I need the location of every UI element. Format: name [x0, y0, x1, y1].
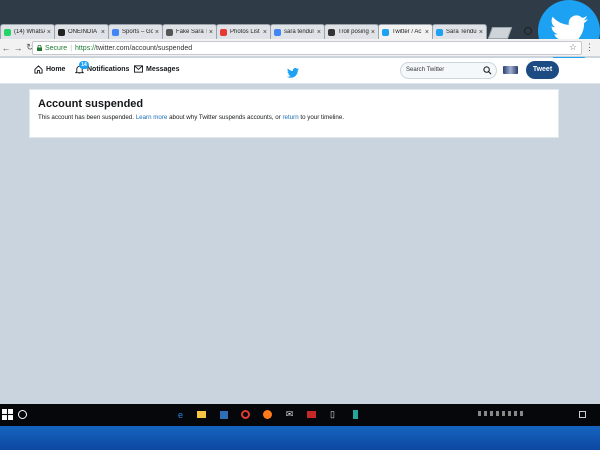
browser-tab-strip: (14) WhatsApp×ONEINDIA×Sports – Go×Fake … — [0, 0, 600, 39]
url-protocol: https:// — [75, 44, 97, 52]
url-text: https://twitter.com/account/suspended — [75, 45, 192, 52]
url-input[interactable]: Secure | https://twitter.com/account/sus… — [32, 41, 582, 55]
tab-close-icon[interactable]: × — [479, 29, 483, 36]
action-center-icon[interactable] — [579, 411, 586, 418]
search-input[interactable]: Search Twitter — [400, 62, 497, 79]
tab-label: Fake Sara Te — [176, 29, 207, 35]
tab-label: sara tendul — [284, 29, 314, 35]
browser-tab[interactable]: (14) WhatsApp× — [0, 24, 55, 39]
learn-more-link[interactable]: Learn more — [136, 114, 168, 121]
home-icon — [34, 65, 43, 74]
suspended-card: Account suspended This account has been … — [29, 89, 559, 138]
tab-label: Photos List — [230, 29, 260, 35]
envelope-icon — [134, 65, 143, 73]
search-icon[interactable] — [483, 66, 492, 75]
profile-icon[interactable] — [524, 27, 532, 35]
search-placeholder: Search Twitter — [406, 67, 445, 73]
lock-icon — [37, 45, 42, 51]
cortana-icon[interactable] — [18, 410, 27, 419]
tab-favicon-icon — [166, 28, 173, 36]
address-bar-row: ← → ↻ Secure | https://twitter.com/accou… — [0, 39, 600, 57]
edge-icon[interactable]: e — [175, 409, 186, 420]
message-text-2: about why Twitter suspends accounts, or — [167, 114, 283, 121]
clipboard-icon[interactable]: ▯ — [327, 409, 338, 420]
nav-messages-label: Messages — [146, 65, 180, 73]
app-icon[interactable] — [306, 409, 317, 420]
tab-close-icon[interactable]: × — [209, 29, 213, 36]
system-tray[interactable] — [478, 411, 523, 416]
message-text-1: This account has been suspended. — [38, 114, 136, 121]
tab-close-icon[interactable]: × — [317, 29, 321, 36]
nav-messages[interactable]: Messages — [134, 65, 179, 73]
bottom-band — [0, 426, 600, 450]
return-link[interactable]: return — [282, 114, 298, 121]
tab-favicon-icon — [382, 28, 389, 36]
tab-favicon-icon — [328, 28, 335, 36]
bookmark-star-icon[interactable]: ☆ — [569, 42, 577, 53]
url-path: twitter.com/account/suspended — [96, 44, 193, 52]
firefox-icon[interactable] — [262, 409, 273, 420]
browser-tab[interactable]: Twitter / Ac × — [378, 24, 433, 39]
tab-close-icon[interactable]: × — [155, 29, 159, 36]
tweet-button[interactable]: Tweet — [526, 61, 559, 79]
back-icon[interactable]: ← — [0, 43, 12, 53]
browser-tab[interactable]: Sports – Go × — [108, 24, 163, 39]
suspension-message: This account has been suspended. Learn m… — [38, 114, 550, 121]
avatar[interactable] — [503, 66, 518, 74]
tab-label: Sports – Go — [122, 29, 153, 35]
tab-close-icon[interactable]: × — [47, 29, 51, 36]
browser-tab[interactable]: Sara Tendu × — [432, 24, 487, 39]
tab-label: Twitter / Ac — [392, 29, 422, 35]
message-text-3: to your timeline. — [298, 114, 345, 121]
browser-menu-icon[interactable]: ⋮ — [585, 42, 594, 53]
tab-list: (14) WhatsApp×ONEINDIA×Sports – Go×Fake … — [0, 24, 513, 39]
browser-tab[interactable]: Photos List × — [216, 24, 271, 39]
tab-close-icon[interactable]: × — [101, 29, 105, 36]
notification-count-badge: 14 — [79, 61, 89, 69]
battery-app-icon[interactable] — [350, 409, 361, 420]
tab-favicon-icon — [436, 28, 443, 36]
page-title: Account suspended — [38, 98, 144, 110]
tab-favicon-icon — [112, 28, 119, 36]
browser-tab[interactable]: ONEINDIA × — [54, 24, 109, 39]
forward-icon[interactable]: → — [12, 43, 24, 53]
nav-home-label: Home — [46, 66, 66, 73]
tab-label: ONEINDIA — [68, 29, 98, 35]
nav-notifications-label: Notifications — [87, 66, 130, 73]
tab-label: Troll posing — [338, 29, 369, 35]
store-icon[interactable] — [218, 409, 229, 420]
nav-home[interactable]: Home — [34, 65, 65, 74]
mail-icon[interactable]: ✉ — [284, 409, 295, 420]
new-tab-button[interactable] — [487, 27, 513, 39]
url-separator: | — [70, 44, 73, 52]
tab-favicon-icon — [58, 28, 65, 36]
tab-label: Sara Tendu — [446, 29, 477, 35]
file-explorer-icon[interactable] — [196, 409, 207, 420]
windows-taskbar: e ✉ ▯ — [0, 404, 600, 426]
tab-favicon-icon — [4, 28, 11, 36]
browser-tab[interactable]: Troll posing × — [324, 24, 379, 39]
secure-label: Secure — [45, 44, 68, 52]
browser-tab[interactable]: sara tendul × — [270, 24, 325, 39]
tab-label: (14) WhatsApp — [14, 29, 45, 35]
tab-close-icon[interactable]: × — [263, 29, 267, 36]
windows-start-icon[interactable] — [2, 409, 13, 420]
tab-favicon-icon — [220, 28, 227, 36]
tab-close-icon[interactable]: × — [425, 29, 429, 36]
tab-close-icon[interactable]: × — [371, 29, 375, 36]
tab-favicon-icon — [274, 28, 281, 36]
opera-icon[interactable] — [240, 409, 251, 420]
browser-tab[interactable]: Fake Sara Te× — [162, 24, 217, 39]
twitter-bird-icon[interactable] — [287, 65, 299, 83]
